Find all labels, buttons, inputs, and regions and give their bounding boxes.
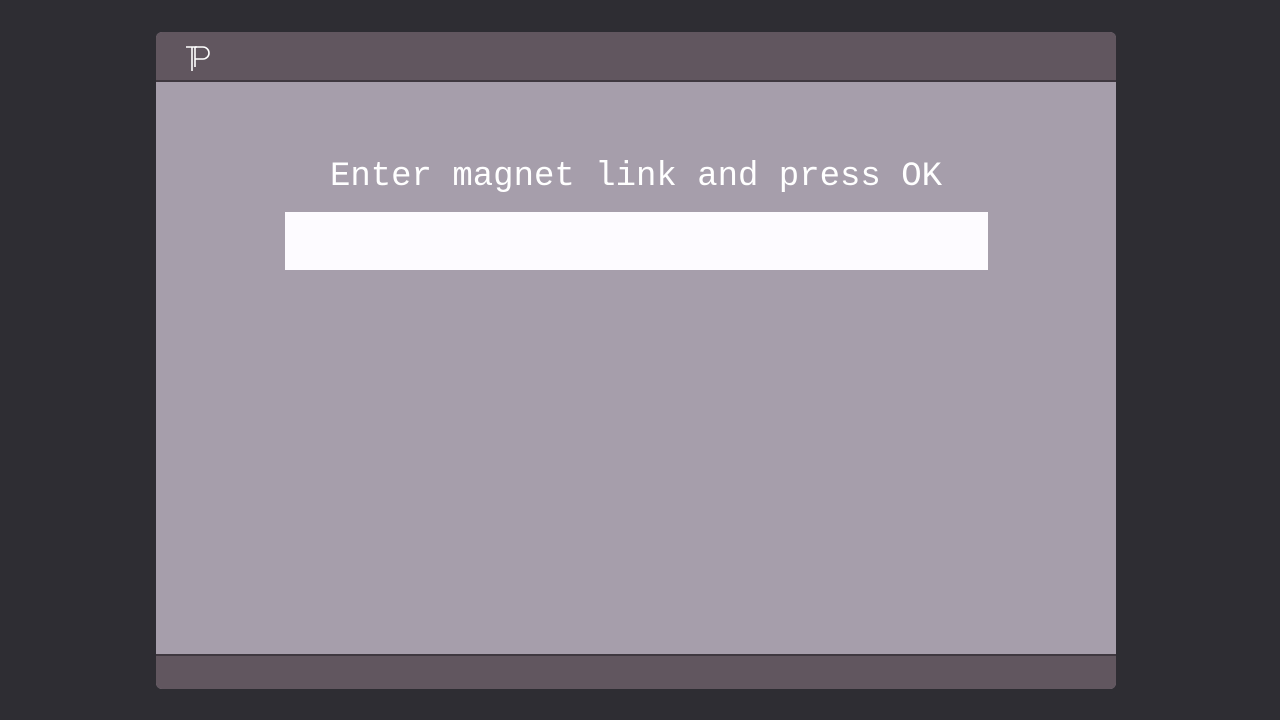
magnet-link-input[interactable] — [285, 212, 988, 270]
title-bar — [156, 32, 1116, 82]
tp-logo-icon — [186, 46, 210, 71]
main-content: Enter magnet link and press OK — [156, 82, 1116, 654]
app-window: Enter magnet link and press OK — [156, 32, 1116, 689]
status-bar — [156, 654, 1116, 689]
prompt-label: Enter magnet link and press OK — [329, 158, 943, 196]
